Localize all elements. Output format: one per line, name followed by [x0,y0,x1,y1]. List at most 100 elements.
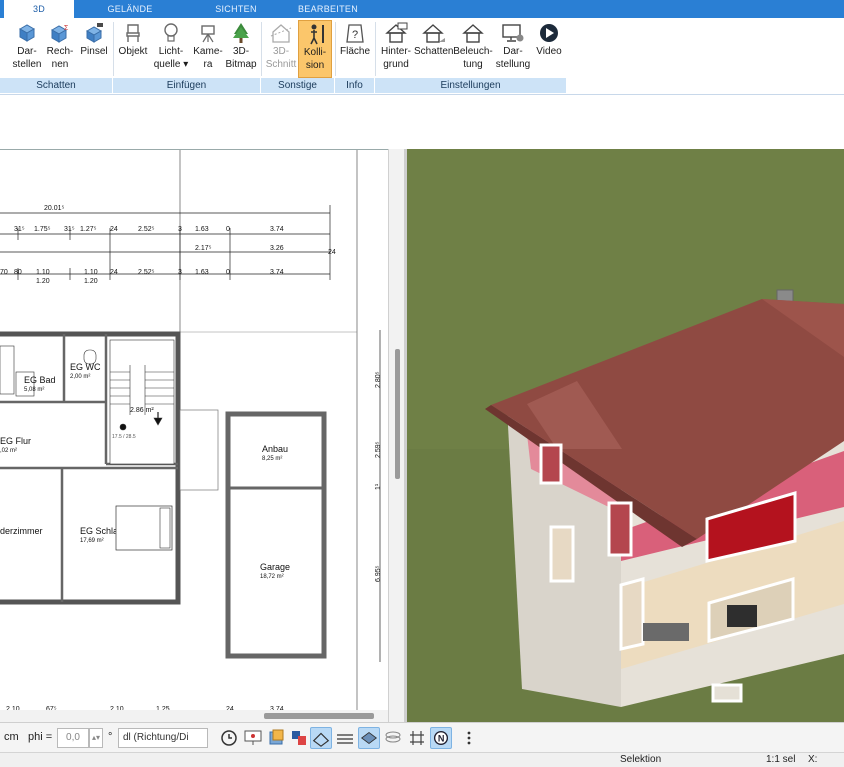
phi-label: phi = [28,731,53,743]
phi-stepper[interactable]: ▴▾ [89,728,103,748]
direction-dropdown[interactable]: dl (Richtung/Di [118,728,208,748]
3d-schnitt-label-1: 3D- [272,46,290,57]
scroll-thumb[interactable] [395,349,400,479]
phi-input[interactable]: 0,0 [57,728,89,748]
grid-icon[interactable] [406,727,428,749]
house-light-icon [462,24,484,43]
darstellung-button[interactable]: Dar- stellung [494,20,532,78]
kamera-button[interactable]: Kame- ra [192,20,224,78]
rechnen-label-1: Rech- [46,46,74,57]
tab-bearbeiten[interactable]: BEARBEITEN [290,0,366,18]
chair-icon [126,24,140,42]
objekt-button[interactable]: Objekt [116,20,150,78]
plan-horizontal-scrollbar[interactable] [0,710,388,722]
dim-label: 1.27⁵ [80,226,97,233]
flaeche-button[interactable]: ? Fläche [338,20,372,78]
lichtquelle-button[interactable]: Licht- quelle ▾ [152,20,190,78]
room-name: derzimmer [0,526,43,536]
room-area: 8,25 m² [262,456,282,462]
dim-label: 3 [178,226,182,233]
materials-icon[interactable] [288,727,310,749]
floor-plan-view[interactable]: 20.01⁵ 31⁵ 1.75⁵ 31⁵ 1.27⁵ 24 2.52⁵ 3 1.… [0,149,388,722]
dim-label: 80 [14,269,22,276]
rechnen-button[interactable]: Σ Rech- nen [44,20,76,78]
unit-label: cm [4,731,19,743]
stack-icon[interactable] [382,727,404,749]
presentation-icon[interactable] [242,727,264,749]
beleuchtung-label-1: Beleuch- [453,46,493,57]
sofa [643,623,689,641]
clock-icon[interactable] [218,727,240,749]
svg-text:N: N [438,734,445,744]
dim-label: 20.01⁵ [44,205,65,212]
hintergrund-label-1: Hinter- [380,46,411,57]
cube-display-icon [18,24,36,42]
dim-label: 3.26 [270,245,284,252]
3d-schnitt-button[interactable]: 3D- Schnitt [264,20,298,78]
beleuchtung-button[interactable]: Beleuch- tung [453,20,493,78]
dim-label: 1.20 [84,278,98,285]
kollision-label-1: Kolli- [303,47,327,58]
wall-pattern-icon[interactable] [334,727,356,749]
room-name: EG Flur [0,436,31,446]
schatten-button[interactable]: Schatten [414,20,454,78]
bottom-toolbar: cm phi = 0,0 ▴▾ ° dl (Richtung/Di N [0,722,844,752]
dim-label: 24 [110,226,118,233]
tab-sichten[interactable]: SICHTEN [204,0,268,18]
plan-view-icon[interactable] [310,727,332,749]
dim-label: 3.74 [270,226,284,233]
pinsel-button[interactable]: Pinsel [78,20,110,78]
house-shadow-icon [422,24,445,43]
scroll-thumb[interactable] [264,713,374,719]
dim-label: 2.52⁵ [138,226,155,233]
group-label-einstellungen: Einstellungen [375,78,567,93]
rechnen-label-2: nen [51,59,69,70]
lichtquelle-label-1: Licht- [158,46,184,57]
tab-3d[interactable]: 3D [4,0,74,18]
darstellen-label-1: Dar- [17,46,37,57]
status-bar: Selektion 1:1 sel X: [0,752,844,767]
hintergrund-button[interactable]: Hinter- grund [378,20,414,78]
group-label-schatten: Schatten [0,78,113,93]
kollision-button[interactable]: Kolli- sion [298,20,332,78]
room-area: 2,00 m² [70,374,90,380]
dim-label: 24 [110,269,118,276]
schatten-label: Schatten [414,46,454,57]
terrace-outline [179,409,219,491]
beleuchtung-label-2: tung [463,59,483,70]
3d-view[interactable] [407,149,844,722]
dim-label: 2.52⁵ [138,269,155,276]
status-mode: Selektion [620,754,662,765]
camera-icon [201,25,215,43]
section-icon [270,24,292,43]
degree-label: ° [108,731,113,743]
video-button[interactable]: Video [533,20,565,78]
dim-label: 1.75⁵ [34,226,51,233]
cube-calc-icon: Σ [50,25,69,43]
app-window: 3D GELÄNDE SICHTEN BEARBEITEN Dar- stell… [0,0,844,767]
tab-gelaende[interactable]: GELÄNDE [98,0,162,18]
hintergrund-label-2: grund [383,59,409,70]
3d-layer-icon[interactable] [358,727,380,749]
blank-strip [0,95,844,149]
group-separator [261,22,262,76]
dim-label: 1.10 [36,269,50,276]
window [549,525,575,583]
stair-label: 2.86 m² [130,407,154,414]
3d-bitmap-button[interactable]: 3D- Bitmap [224,20,258,78]
person-icon [310,24,324,45]
more-options-icon[interactable] [458,727,480,749]
flaeche-label: Fläche [339,46,370,57]
ribbon-tab-bar: 3D GELÄNDE SICHTEN BEARBEITEN [0,0,844,18]
dim-label: 2.17⁵ [195,245,212,252]
status-coord-x: X: [808,754,818,765]
north-compass-icon[interactable]: N [430,727,452,749]
darstellen-button[interactable]: Dar- stellen [10,20,44,78]
play-icon [540,24,558,42]
group-label-einfuegen: Einfügen [113,78,261,93]
3d-bitmap-label-2: Bitmap [225,59,257,70]
darstellung-label-1: Dar- [503,46,523,57]
3d-schnitt-label-2: Schnitt [265,59,297,70]
layers-icon[interactable] [266,727,288,749]
area-info-icon: ? [346,24,364,43]
